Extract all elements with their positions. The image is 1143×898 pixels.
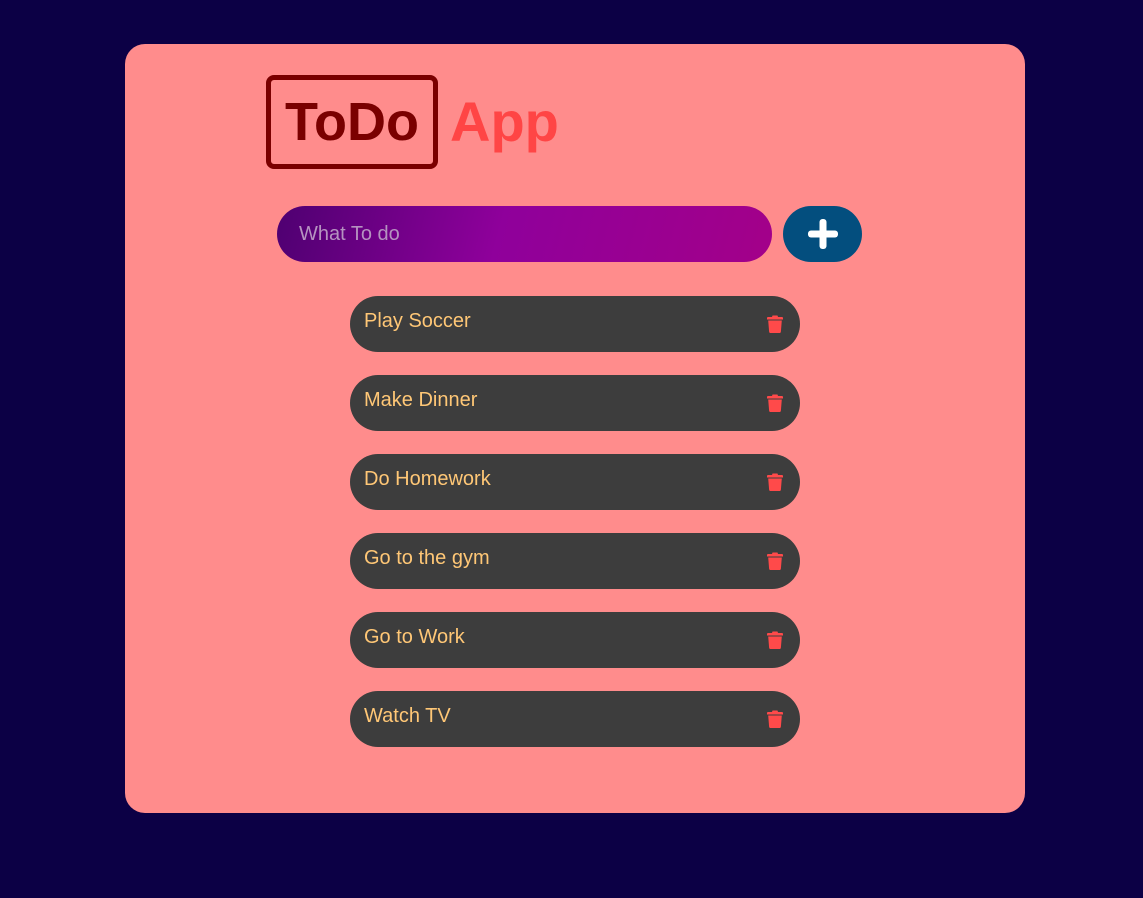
delete-todo-button[interactable] — [766, 314, 784, 334]
todo-label: Make Dinner — [364, 389, 478, 411]
todo-item: Make Dinner — [350, 375, 800, 431]
delete-todo-button[interactable] — [766, 472, 784, 492]
app-header: ToDo App — [266, 75, 559, 169]
todo-label: Do Homework — [364, 468, 491, 490]
todo-item: Go to Work — [350, 612, 800, 668]
add-todo-button[interactable] — [783, 206, 862, 262]
todo-input[interactable] — [277, 206, 772, 262]
plus-icon — [807, 219, 838, 249]
trash-icon — [767, 552, 783, 570]
todo-item: Watch TV — [350, 691, 800, 747]
trash-icon — [767, 394, 783, 412]
todo-card: ToDo App Play Soccer Make Dinner — [125, 44, 1025, 813]
logo-app: App — [450, 90, 559, 153]
add-todo-form — [277, 206, 862, 262]
todo-item: Go to the gym — [350, 533, 800, 589]
todo-label: Go to Work — [364, 626, 465, 648]
logo-todo: ToDo — [266, 75, 438, 169]
trash-icon — [767, 315, 783, 333]
todo-label: Watch TV — [364, 705, 451, 727]
trash-icon — [767, 631, 783, 649]
delete-todo-button[interactable] — [766, 551, 784, 571]
todo-item: Do Homework — [350, 454, 800, 510]
todo-label: Go to the gym — [364, 547, 490, 569]
trash-icon — [767, 710, 783, 728]
todo-label: Play Soccer — [364, 310, 471, 332]
delete-todo-button[interactable] — [766, 393, 784, 413]
todo-item: Play Soccer — [350, 296, 800, 352]
trash-icon — [767, 473, 783, 491]
delete-todo-button[interactable] — [766, 630, 784, 650]
todo-list: Play Soccer Make Dinner Do Homework Go t… — [350, 296, 800, 770]
delete-todo-button[interactable] — [766, 709, 784, 729]
